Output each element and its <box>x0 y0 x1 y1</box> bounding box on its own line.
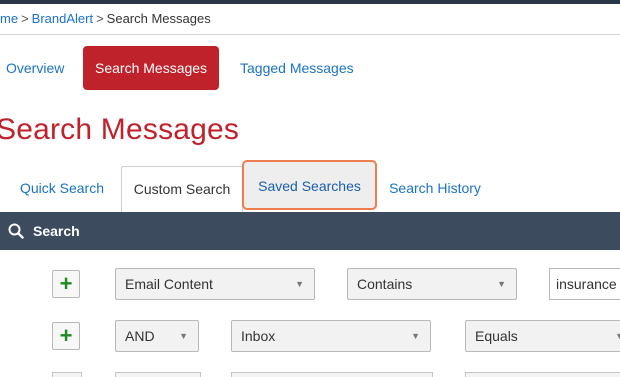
value-input[interactable]: insurance <box>549 268 620 300</box>
operator-select-value: Contains <box>357 276 413 292</box>
search-panel-title: Search <box>33 223 80 239</box>
chevron-down-icon: ▼ <box>497 279 506 289</box>
breadcrumb-separator: > <box>96 11 104 26</box>
operator-select[interactable] <box>465 372 620 377</box>
breadcrumb-home-link[interactable]: me <box>0 11 18 26</box>
operator-select[interactable]: Equals ▼ <box>465 320 620 352</box>
field-select[interactable]: Email Content ▼ <box>115 268 315 300</box>
connector-select[interactable] <box>115 372 201 377</box>
search-icon <box>8 223 24 239</box>
field-select-value: Email Content <box>125 276 213 292</box>
breadcrumb-current: Search Messages <box>106 11 211 26</box>
connector-select-value: AND <box>125 328 155 344</box>
operator-select[interactable]: Contains ▼ <box>347 268 517 300</box>
value-input-text: insurance <box>556 276 617 292</box>
search-tabs: Quick Search Custom Search Saved Searche… <box>0 160 620 213</box>
chevron-down-icon: ▼ <box>179 331 188 341</box>
breadcrumb: me > BrandAlert > Search Messages <box>0 4 620 35</box>
chevron-down-icon: ▼ <box>615 321 620 351</box>
tab-custom-search[interactable]: Custom Search <box>121 166 243 213</box>
tab-saved-searches[interactable]: Saved Searches <box>242 160 377 210</box>
connector-select[interactable]: AND ▼ <box>115 320 199 352</box>
add-criteria-button[interactable] <box>52 372 82 377</box>
field-select-value: Inbox <box>241 328 276 344</box>
nav-tagged-messages-link[interactable]: Tagged Messages <box>240 46 354 90</box>
add-criteria-button[interactable]: + <box>52 270 80 298</box>
breadcrumb-brandalert-link[interactable]: BrandAlert <box>32 11 93 26</box>
criteria-row: + AND ▼ Inbox ▼ Equals ▼ <box>0 320 620 354</box>
search-panel-header: Search <box>0 212 620 250</box>
tab-search-history[interactable]: Search History <box>384 166 486 210</box>
breadcrumb-separator: > <box>21 11 29 26</box>
chevron-down-icon: ▼ <box>411 331 420 341</box>
field-select[interactable]: Inbox ▼ <box>231 320 431 352</box>
criteria-row: + Email Content ▼ Contains ▼ insurance <box>0 268 620 302</box>
add-criteria-button[interactable]: + <box>52 322 80 350</box>
operator-select-value: Equals <box>475 328 518 344</box>
nav-overview-link[interactable]: Overview <box>6 46 64 90</box>
page-title: Search Messages <box>0 113 240 146</box>
tab-quick-search[interactable]: Quick Search <box>12 166 112 210</box>
chevron-down-icon: ▼ <box>295 279 304 289</box>
nav-search-messages-button[interactable]: Search Messages <box>83 46 220 90</box>
field-select[interactable] <box>231 372 433 377</box>
